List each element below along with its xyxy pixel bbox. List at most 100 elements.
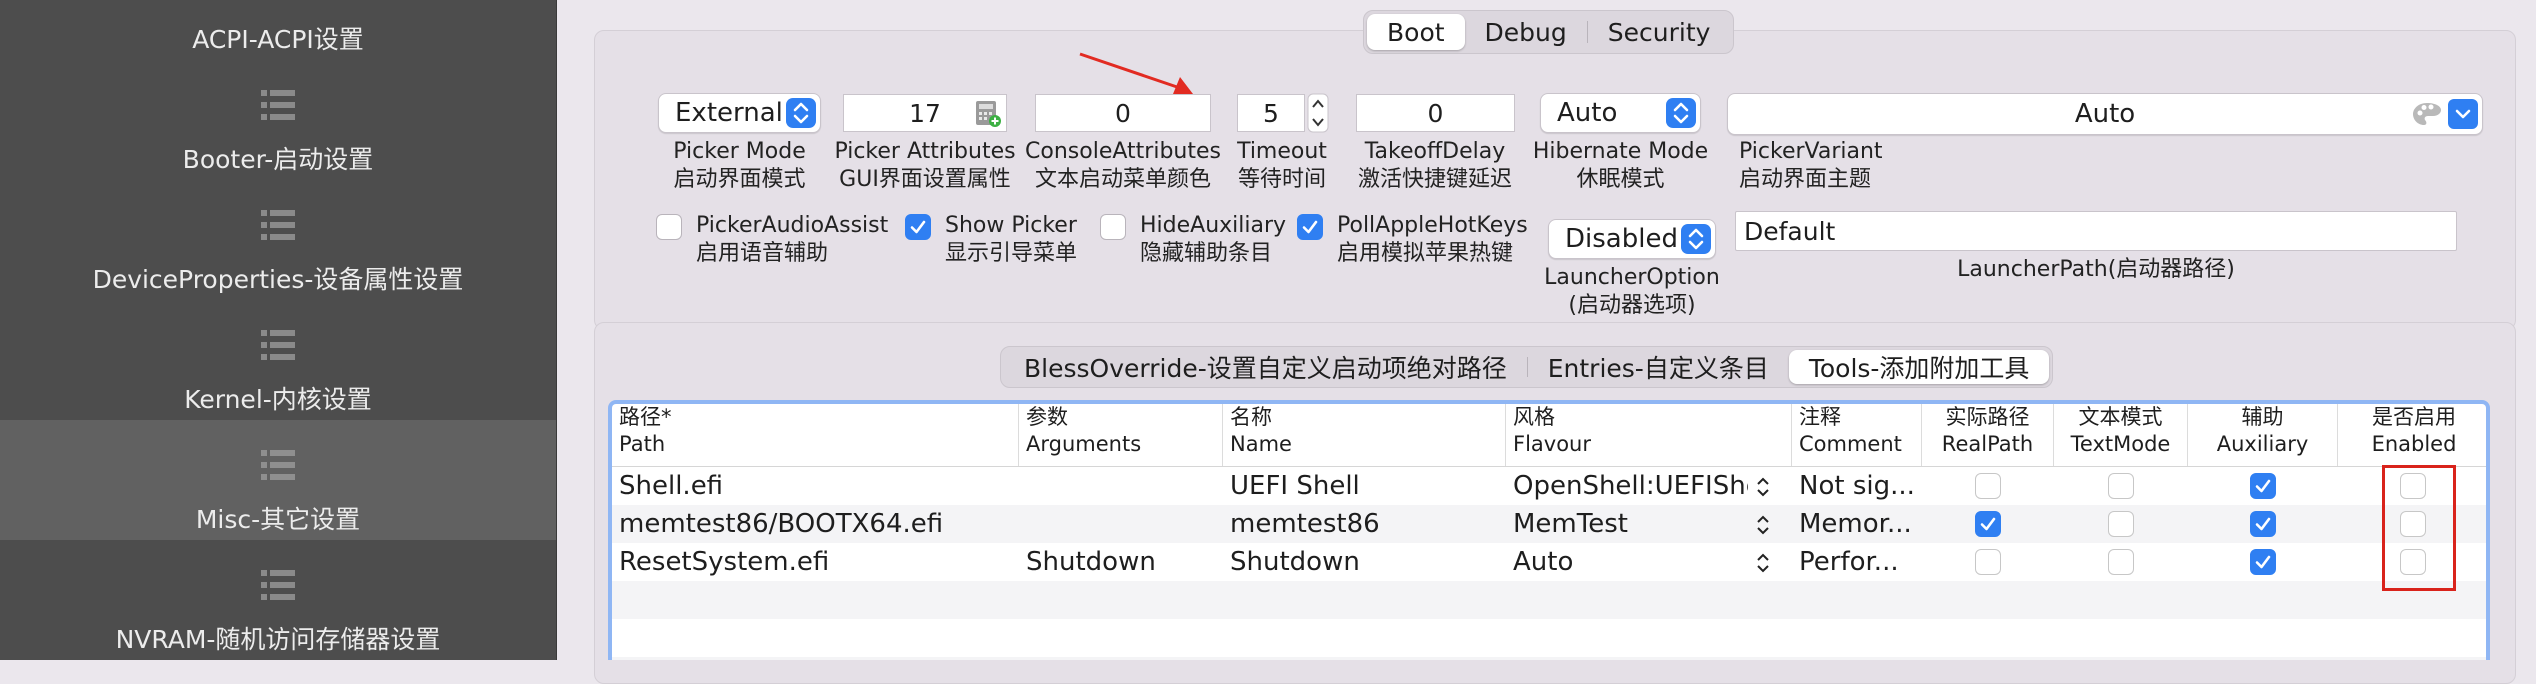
timeout-field[interactable]: 5 xyxy=(1237,94,1305,132)
column-header-name[interactable]: 名称 Name xyxy=(1223,404,1506,466)
checkmark-icon xyxy=(1980,517,1996,531)
tab-tools[interactable]: Tools-添加附加工具 xyxy=(1788,350,2050,384)
tab-entries[interactable]: Entries-自定义条目 xyxy=(1528,350,1789,384)
cell-name: memtest86 xyxy=(1230,509,1380,539)
sidebar-item-misc[interactable]: Misc-其它设置 xyxy=(0,420,556,540)
cell-arguments: Shutdown xyxy=(1026,547,1156,577)
timeout-stepper[interactable] xyxy=(1307,93,1329,133)
column-header-path[interactable]: 路径* Path xyxy=(612,404,1019,466)
tab-label: Debug xyxy=(1484,17,1567,47)
column-header-flavour[interactable]: 风格 Flavour xyxy=(1506,404,1792,466)
flavour-updown-icon[interactable] xyxy=(1756,515,1770,535)
launcher-option-popup[interactable]: Disabled xyxy=(1548,219,1716,259)
flavour-updown-icon[interactable] xyxy=(1756,477,1770,497)
column-header-textmode[interactable]: 文本模式 TextMode xyxy=(2054,404,2188,466)
cell-arguments xyxy=(1019,467,1223,505)
popup-value: Auto xyxy=(2074,99,2136,129)
realpath-checkbox[interactable] xyxy=(1975,473,2001,499)
cell-flavour: MemTest xyxy=(1513,509,1628,539)
picker-mode-popup[interactable]: External xyxy=(658,93,821,133)
tab-debug[interactable]: Debug xyxy=(1465,14,1587,50)
timeout-label: Timeout 等待时间 xyxy=(1237,139,1327,192)
hide-auxiliary-checkbox[interactable] xyxy=(1100,214,1126,240)
cell-path: ResetSystem.efi xyxy=(619,547,830,577)
chevron-down-icon xyxy=(2448,99,2478,129)
realpath-checkbox[interactable] xyxy=(1975,511,2001,537)
enabled-highlight-box xyxy=(2382,465,2456,591)
checkmark-icon xyxy=(2255,479,2271,493)
takeoff-delay-field[interactable]: 0 xyxy=(1356,94,1515,132)
sidebar-item-nvram[interactable]: NVRAM-随机访问存储器设置 xyxy=(0,540,556,660)
column-header-auxiliary[interactable]: 辅助 Auxiliary xyxy=(2188,404,2338,466)
sidebar-item-label: Misc-其它设置 xyxy=(195,505,361,534)
hibernate-mode-popup[interactable]: Auto xyxy=(1540,93,1701,133)
tab-label: Boot xyxy=(1387,17,1445,47)
picker-variant-popup[interactable]: Auto xyxy=(1727,93,2483,135)
tab-label: Security xyxy=(1607,17,1711,47)
column-header-comment[interactable]: 注释 Comment xyxy=(1792,404,1922,466)
console-attributes-label: ConsoleAttributes 文本启动菜单颜色 xyxy=(1025,139,1221,192)
chevron-updown-icon xyxy=(1666,98,1696,128)
checkmark-icon xyxy=(2255,517,2271,531)
picker-audio-assist-checkbox[interactable] xyxy=(656,214,682,240)
sidebar: ACPI-ACPI设置 Booter-启动设置 DeviceProperties… xyxy=(0,0,557,660)
calculator-icon[interactable] xyxy=(974,100,1002,128)
cell-comment: Not sig... xyxy=(1799,471,1915,501)
popup-value: External xyxy=(675,98,783,128)
table-row[interactable]: ResetSystem.efi Shutdown Shutdown Auto P… xyxy=(612,543,2486,581)
table-row[interactable]: Shell.efi UEFI Shell OpenShell:UEFIShe N… xyxy=(612,467,2486,505)
picker-attributes-field[interactable]: 17 xyxy=(843,94,1007,132)
table-row[interactable]: memtest86/BOOTX64.efi memtest86 MemTest … xyxy=(612,505,2486,543)
column-header-enabled[interactable]: 是否启用 Enabled xyxy=(2338,404,2486,466)
auxiliary-checkbox[interactable] xyxy=(2250,511,2276,537)
cell-path: memtest86/BOOTX64.efi xyxy=(619,509,944,539)
auxiliary-checkbox[interactable] xyxy=(2250,549,2276,575)
sidebar-item-deviceproperties[interactable]: DeviceProperties-设备属性设置 xyxy=(0,180,556,300)
annotation-arrow xyxy=(1079,52,1193,94)
list-icon xyxy=(261,0,295,2)
sidebar-item-kernel[interactable]: Kernel-内核设置 xyxy=(0,300,556,420)
hibernate-mode-label: Hibernate Mode 休眠模式 xyxy=(1532,139,1709,192)
launcher-path-field[interactable]: Default xyxy=(1735,211,2457,251)
field-value: 5 xyxy=(1263,98,1279,128)
checkmark-icon xyxy=(2255,555,2271,569)
show-picker-checkbox[interactable] xyxy=(905,214,931,240)
tab-security[interactable]: Security xyxy=(1588,14,1731,50)
textmode-checkbox[interactable] xyxy=(2108,511,2134,537)
sidebar-item-label: DeviceProperties-设备属性设置 xyxy=(92,265,464,294)
checkmark-icon xyxy=(1302,220,1318,234)
sidebar-item-label: NVRAM-随机访问存储器设置 xyxy=(115,625,441,654)
tab-label: BlessOverride-设置自定义启动项绝对路径 xyxy=(1024,354,1507,383)
sidebar-item-booter[interactable]: Booter-启动设置 xyxy=(0,60,556,180)
column-header-arguments[interactable]: 参数 Arguments xyxy=(1019,404,1223,466)
picker-attributes-label: Picker Attributes GUI界面设置属性 xyxy=(834,139,1016,192)
field-value: Default xyxy=(1744,216,1836,246)
tab-boot[interactable]: Boot xyxy=(1367,14,1465,50)
tab-bless-override[interactable]: BlessOverride-设置自定义启动项绝对路径 xyxy=(1004,350,1527,384)
flavour-updown-icon[interactable] xyxy=(1756,553,1770,573)
auxiliary-checkbox[interactable] xyxy=(2250,473,2276,499)
show-picker-label: Show Picker 显示引导菜单 xyxy=(945,213,1078,266)
list-icon xyxy=(261,450,295,480)
column-header-realpath[interactable]: 实际路径 RealPath xyxy=(1922,404,2054,466)
chevron-updown-icon xyxy=(1681,224,1711,254)
cell-flavour: OpenShell:UEFIShe xyxy=(1513,471,1748,501)
poll-apple-hotkeys-checkbox[interactable] xyxy=(1297,214,1323,240)
field-value: 17 xyxy=(909,98,941,128)
hide-auxiliary-label: HideAuxiliary 隐藏辅助条目 xyxy=(1140,213,1287,266)
cell-comment: Memor... xyxy=(1799,509,1912,539)
field-value: 0 xyxy=(1115,98,1131,128)
textmode-checkbox[interactable] xyxy=(2108,549,2134,575)
tab-label: Entries-自定义条目 xyxy=(1547,354,1769,383)
sidebar-item-acpi[interactable]: ACPI-ACPI设置 xyxy=(0,0,556,60)
popup-value: Disabled xyxy=(1565,224,1678,254)
launcher-path-label: LauncherPath(启动器路径) xyxy=(1957,257,2235,282)
realpath-checkbox[interactable] xyxy=(1975,549,2001,575)
list-icon xyxy=(261,90,295,120)
list-icon xyxy=(261,570,295,600)
popup-value: Auto xyxy=(1557,98,1618,128)
cell-flavour: Auto xyxy=(1513,547,1574,577)
textmode-checkbox[interactable] xyxy=(2108,473,2134,499)
cell-arguments xyxy=(1019,505,1223,543)
poll-apple-hotkeys-label: PollAppleHotKeys 启用模拟苹果热键 xyxy=(1337,213,1528,266)
